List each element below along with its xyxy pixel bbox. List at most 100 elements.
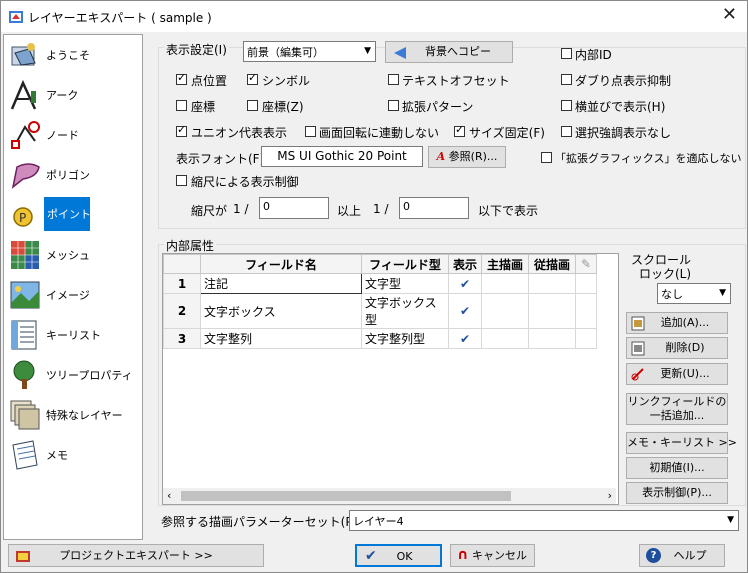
internal-id-checkbox[interactable]: [561, 48, 572, 59]
scroll-right-icon[interactable]: ›: [608, 489, 612, 502]
table-row[interactable]: 1 注記 文字型 ✔: [163, 273, 597, 294]
chevron-down-icon: ▼: [727, 515, 734, 525]
scale-min-input[interactable]: 0: [259, 197, 329, 219]
field-type-cell[interactable]: 文字ボックス型: [361, 293, 449, 329]
sub-draw-cell[interactable]: [528, 293, 576, 329]
symbol-label: シンボル: [262, 74, 311, 88]
update-button[interactable]: 更新(U)...: [626, 363, 728, 385]
sub-draw-cell[interactable]: [528, 273, 576, 294]
sidebar-item-tree[interactable]: ツリープロパティ: [4, 357, 142, 393]
sidebar-item-special-layer[interactable]: 特殊なレイヤー: [4, 397, 142, 433]
copy-to-background-button[interactable]: 背景へコピー: [385, 41, 513, 63]
row-number: 1: [163, 273, 201, 294]
pen-column-header[interactable]: ✎: [575, 254, 597, 274]
field-type-cell[interactable]: 文字整列型: [361, 328, 449, 349]
scale-control-checkbox[interactable]: [176, 175, 187, 186]
project-expert-label: プロジェクトエキスパート >>: [59, 549, 213, 562]
column-header[interactable]: 主描画: [481, 254, 529, 274]
font-icon: A: [436, 150, 446, 163]
scale-below-label: 以下で表示: [478, 204, 539, 218]
ext-pattern-checkbox[interactable]: [388, 100, 399, 111]
sidebar-item-polygon[interactable]: ポリゴン: [4, 157, 142, 193]
ext-pattern-label: 拡張パターン: [402, 100, 474, 114]
sidebar-item-memo[interactable]: メモ: [4, 437, 142, 473]
sidebar-item-arc[interactable]: アーク: [4, 77, 142, 113]
scrollbar-thumb[interactable]: [181, 491, 511, 501]
chevron-down-icon: ▼: [364, 46, 371, 56]
internal-attributes-label: 内部属性: [164, 237, 217, 254]
coord-z-checkbox[interactable]: [247, 100, 258, 111]
show-check-cell[interactable]: ✔: [448, 293, 482, 329]
link-field-label-1: リンクフィールドの: [627, 395, 727, 408]
sidebar-item-image[interactable]: イメージ: [4, 277, 142, 313]
link-field-label-2: 一括追加...: [649, 409, 705, 422]
help-button[interactable]: ? ヘルプ: [639, 544, 725, 567]
dup-point-suppress-checkbox[interactable]: [561, 74, 572, 85]
node-icon: [11, 121, 40, 149]
sidebar-item-node[interactable]: ノード: [4, 117, 142, 153]
table-row[interactable]: 2 文字ボックス 文字ボックス型 ✔: [163, 293, 597, 329]
field-name-cell[interactable]: 文字ボックス: [200, 293, 362, 329]
font-browse-button[interactable]: A 参照(R)...: [428, 146, 506, 168]
column-header[interactable]: 従描画: [528, 254, 576, 274]
sidebar-item-label: ツリープロパティ: [46, 369, 133, 382]
field-type-cell[interactable]: 文字型: [361, 273, 449, 294]
text-offset-checkbox[interactable]: [388, 74, 399, 85]
field-name-cell[interactable]: 注記: [200, 273, 362, 294]
table-row[interactable]: 3 文字整列 文字整列型 ✔: [163, 328, 597, 349]
delete-button[interactable]: 削除(D): [626, 337, 728, 359]
selection-emphasis-checkbox[interactable]: [561, 126, 572, 137]
memo-keylist-button[interactable]: メモ・キーリスト >>: [626, 432, 737, 454]
sub-draw-cell[interactable]: [528, 328, 576, 349]
polygon-icon: [11, 163, 40, 189]
close-icon[interactable]: ✕: [722, 5, 737, 25]
ok-label: OK: [396, 550, 413, 563]
font-label: 表示フォント(F): [176, 152, 265, 166]
scroll-lock-value: なし: [661, 288, 683, 301]
scroll-lock-select[interactable]: なし ▼: [657, 283, 731, 304]
scale-max-input[interactable]: 0: [399, 197, 469, 219]
union-rep-checkbox[interactable]: [176, 123, 187, 137]
sidebar-item-welcome[interactable]: ようこそ: [4, 37, 142, 73]
main-draw-cell[interactable]: [481, 293, 529, 329]
point-position-checkbox[interactable]: [176, 71, 187, 85]
undo-icon: ∩: [457, 547, 469, 563]
show-check-cell[interactable]: ✔: [448, 273, 482, 294]
point-icon: P: [13, 207, 33, 227]
main-draw-cell[interactable]: [481, 328, 529, 349]
column-header[interactable]: フィールド型: [361, 254, 449, 274]
cancel-button[interactable]: ∩ キャンセル: [450, 544, 535, 567]
horizontal-display-checkbox[interactable]: [561, 100, 572, 111]
display-mode-select[interactable]: 前景（編集可） ▼: [243, 41, 376, 62]
coord-checkbox[interactable]: [176, 100, 187, 111]
param-set-select[interactable]: レイヤー4 ▼: [349, 510, 739, 531]
screen-rotate-checkbox[interactable]: [305, 126, 316, 137]
scroll-left-icon[interactable]: ‹: [167, 489, 171, 502]
display-control-button[interactable]: 表示制御(P)...: [626, 482, 728, 504]
sidebar-item-mesh[interactable]: メッシュ: [4, 237, 142, 273]
pen-icon: ✎: [580, 257, 592, 271]
add-button[interactable]: 追加(A)...: [626, 312, 728, 334]
sidebar-item-point[interactable]: P ポイント: [4, 197, 142, 233]
ext-graphics-checkbox[interactable]: [541, 152, 552, 163]
sidebar-item-label: ノード: [46, 129, 79, 142]
sidebar-item-keylist[interactable]: キーリスト: [4, 317, 142, 353]
sidebar-item-label: 特殊なレイヤー: [46, 409, 123, 422]
column-header[interactable]: 表示: [448, 254, 482, 274]
extra-cell: [575, 293, 597, 329]
horizontal-display-label: 横並びで表示(H): [575, 100, 666, 114]
project-expert-button[interactable]: プロジェクトエキスパート >>: [8, 544, 264, 567]
svg-text:P: P: [19, 211, 26, 225]
horizontal-scrollbar[interactable]: ‹ ›: [163, 488, 616, 504]
tree-icon: [13, 360, 35, 389]
field-name-cell[interactable]: 文字整列: [200, 328, 362, 349]
initial-value-button[interactable]: 初期値(I)...: [626, 457, 728, 479]
show-check-cell[interactable]: ✔: [448, 328, 482, 349]
welcome-icon: [11, 43, 36, 66]
main-draw-cell[interactable]: [481, 273, 529, 294]
symbol-checkbox[interactable]: [247, 71, 258, 85]
ok-button[interactable]: ✔ OK: [355, 544, 442, 567]
link-field-bulk-add-button[interactable]: リンクフィールドの 一括追加...: [626, 393, 728, 425]
column-header[interactable]: フィールド名: [200, 254, 362, 274]
size-fixed-checkbox[interactable]: [454, 123, 465, 137]
